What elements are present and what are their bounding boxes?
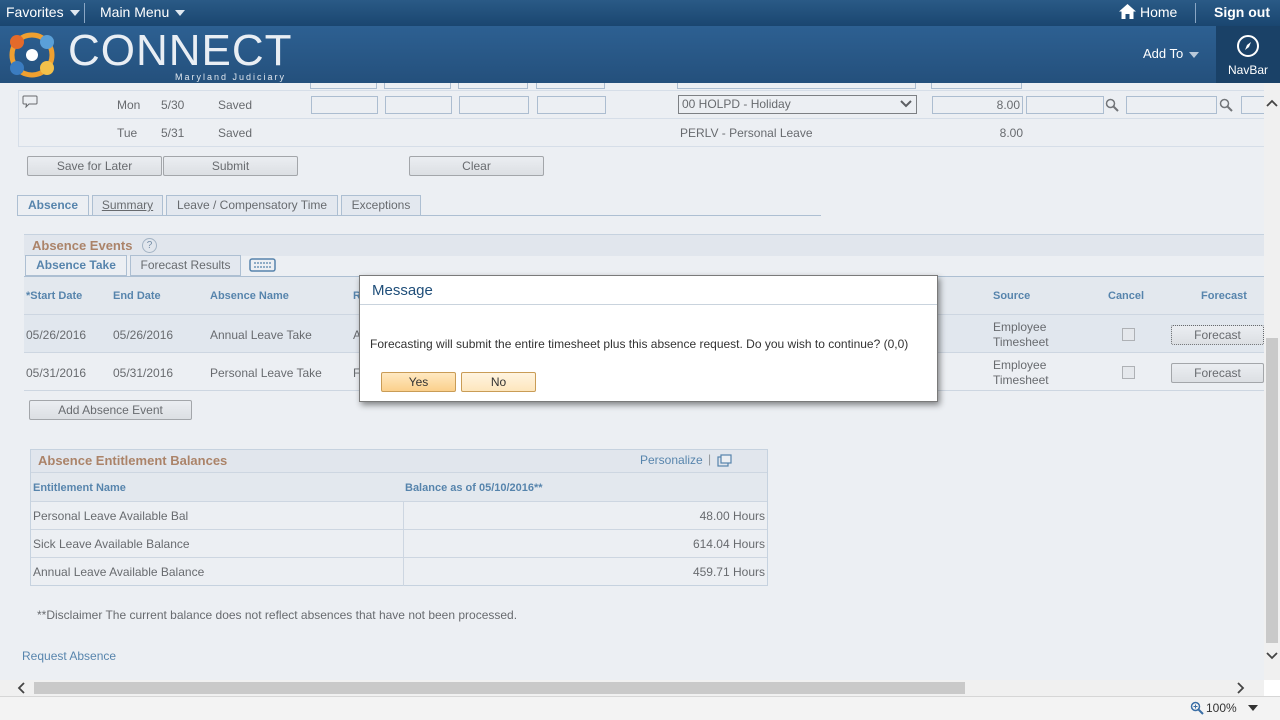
dialog-title: Message <box>372 282 433 299</box>
navbar-label: NavBar <box>1227 63 1268 77</box>
chevron-down-icon <box>69 10 80 17</box>
scrollbar-thumb[interactable] <box>1266 338 1278 643</box>
divider <box>84 3 85 23</box>
main-menu-label: Main Menu <box>100 4 170 20</box>
add-to-label: Add To <box>1143 46 1184 61</box>
favorites-label: Favorites <box>6 4 64 20</box>
dialog-message: Forecasting will submit the entire times… <box>370 337 909 351</box>
chevron-right-icon[interactable] <box>1236 682 1246 694</box>
no-button[interactable]: No <box>461 372 536 392</box>
favorites-menu[interactable]: Favorites <box>6 4 80 20</box>
add-to-menu[interactable]: Add To <box>1143 46 1200 61</box>
top-navigation-bar: Favorites Main Menu Home Sign out <box>0 0 1280 26</box>
home-label: Home <box>1140 4 1178 20</box>
chevron-up-icon[interactable] <box>1266 98 1278 108</box>
yes-button[interactable]: Yes <box>381 372 456 392</box>
home-icon <box>1119 4 1136 19</box>
chevron-down-icon[interactable] <box>1248 705 1258 711</box>
chevron-down-icon <box>1189 51 1200 58</box>
logo-text: CONNECT <box>68 26 293 75</box>
message-dialog: Message Forecasting will submit the enti… <box>359 275 938 402</box>
sign-out-label: Sign out <box>1214 4 1270 20</box>
zoom-icon <box>1190 701 1204 715</box>
horizontal-scrollbar[interactable] <box>0 680 1264 696</box>
compass-icon <box>1237 35 1259 57</box>
divider <box>1195 3 1196 23</box>
zoom-level[interactable]: 100% <box>1206 701 1237 715</box>
header-banner: CONNECT Maryland Judiciary Add To NavBar <box>0 26 1280 83</box>
browser-status-bar: 100% <box>0 696 1280 720</box>
chevron-down-icon[interactable] <box>1266 651 1278 661</box>
navbar-button[interactable]: NavBar <box>1216 26 1280 83</box>
chevron-left-icon[interactable] <box>16 682 26 694</box>
logo-subtitle: Maryland Judiciary <box>175 72 287 82</box>
chevron-down-icon <box>175 10 186 17</box>
main-menu[interactable]: Main Menu <box>100 4 186 20</box>
vertical-scrollbar[interactable] <box>1264 83 1280 680</box>
home-link[interactable]: Home <box>1119 4 1177 20</box>
scrollbar-thumb[interactable] <box>34 682 965 694</box>
connect-logo-icon <box>9 32 55 78</box>
divider <box>360 304 937 305</box>
sign-out-link[interactable]: Sign out <box>1214 4 1270 20</box>
